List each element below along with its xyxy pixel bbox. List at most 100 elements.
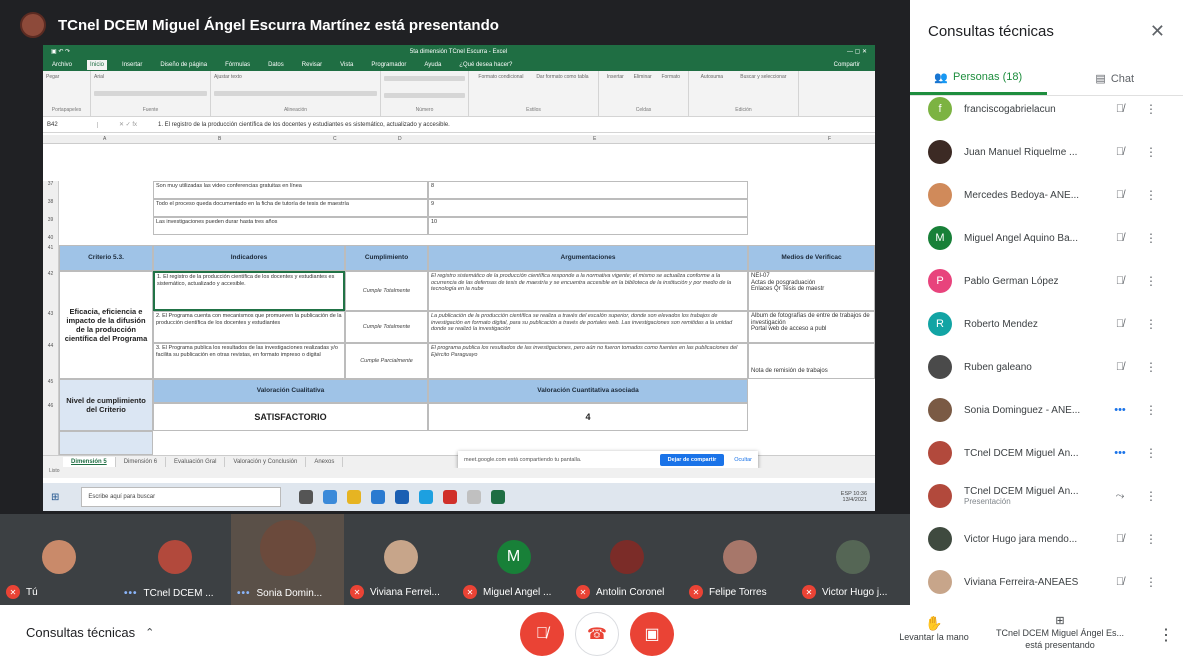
medios-1-cell[interactable]: NEI-07 Actas de posgraduación Enlaces Qr… — [748, 271, 875, 311]
menu-inicio[interactable]: Inicio — [87, 59, 108, 70]
paint-icon[interactable] — [467, 490, 482, 504]
score-cell[interactable]: 4 — [428, 403, 748, 431]
more-options-icon[interactable]: ⋮ — [1145, 145, 1157, 159]
tile-viviana[interactable]: ✕ Viviana Ferrei... — [344, 514, 457, 605]
participant-row[interactable]: f franciscogabrielacun 🎙̸ ⋮ — [910, 96, 1183, 129]
satisfactorio-cell[interactable]: SATISFACTORIO — [153, 403, 428, 431]
formula-input[interactable]: 1. El registro de la producción científi… — [158, 122, 450, 128]
cumplimiento-2-cell[interactable]: Cumple Totalmente — [345, 311, 428, 343]
participant-row[interactable]: P Pablo German López 🎙̸ ⋮ — [910, 261, 1183, 301]
nivel-cell[interactable]: Nivel de cumplimiento del Criterio — [59, 379, 153, 431]
task-view-icon[interactable] — [299, 490, 314, 504]
participant-row[interactable]: TCnel DCEM Miguel Án... Presentación ⤳ ⋮ — [910, 476, 1183, 516]
presenting-button[interactable]: ⊞ TCnel DCEM Miguel Ángel Es... está prese… — [985, 615, 1135, 651]
participant-row[interactable]: Viviana Ferreira-ANEAES 🎙̸ ⋮ — [910, 562, 1183, 602]
folder-icon[interactable] — [347, 490, 362, 504]
more-options-icon[interactable]: ⋮ — [1145, 102, 1157, 116]
cell-r38-value[interactable]: 9 — [428, 199, 748, 217]
argument-1-cell[interactable]: El registro sistemático de la producción… — [428, 271, 748, 311]
tile-tu[interactable]: ✕ Tú — [0, 514, 118, 605]
participant-row[interactable]: Sonia Dominguez - ANE... ••• ⋮ — [910, 390, 1183, 430]
save-icon[interactable]: ▣ ↶ ↷ — [51, 48, 70, 55]
sheet-tab-eval[interactable]: Evaluación Gral — [166, 457, 226, 467]
tab-people[interactable]: 👥 Personas (18) — [910, 62, 1047, 95]
camera-toggle-button[interactable]: ▣ — [630, 612, 674, 656]
sheet-tab-dim5[interactable]: Dimensión 5 — [63, 457, 116, 467]
indicator-2-cell[interactable]: 2. El Programa cuenta con mecanismos que… — [153, 311, 345, 343]
tile-miguel[interactable]: M ✕ Miguel Angel ... — [457, 514, 570, 605]
more-options-icon[interactable]: ⋮ — [1145, 575, 1157, 589]
medios-3-cell[interactable]: Nota de remisión de trabajos — [748, 343, 875, 379]
sheet-tab-dim6[interactable]: Dimensión 6 — [116, 457, 167, 467]
tile-sonia[interactable]: ••• Sonia Domin... — [231, 514, 344, 605]
participant-row[interactable]: Mercedes Bedoya- ANE... 🎙̸ ⋮ — [910, 175, 1183, 215]
chrome-icon[interactable] — [323, 490, 338, 504]
taskbar-search[interactable]: Escribe aquí para buscar — [81, 487, 282, 507]
menu-vista[interactable]: Vista — [337, 60, 356, 70]
more-options-icon[interactable]: ⋮ — [1145, 317, 1157, 331]
menu-diseno[interactable]: Diseño de página — [157, 60, 210, 70]
participant-row[interactable]: M Miguel Angel Aquino Ba... 🎙̸ ⋮ — [910, 218, 1183, 258]
opera-icon[interactable] — [443, 490, 458, 504]
windows-start-icon[interactable]: ⊞ — [51, 492, 59, 503]
menu-archivo[interactable]: Archivo — [49, 60, 75, 70]
participant-row[interactable]: R Roberto Mendez 🎙̸ ⋮ — [910, 304, 1183, 344]
menu-formulas[interactable]: Fórmulas — [222, 60, 253, 70]
participant-row[interactable]: Juan Manuel Riquelme ... 🎙̸ ⋮ — [910, 132, 1183, 172]
tab-chat[interactable]: ▤ Chat — [1047, 62, 1183, 95]
mail-icon[interactable] — [395, 490, 410, 504]
cumplimiento-1-cell[interactable]: Cumple Totalmente — [345, 271, 428, 311]
paste-button[interactable]: Pegar — [46, 74, 87, 80]
more-options-icon[interactable]: ⋮ — [1145, 360, 1157, 374]
argument-2-cell[interactable]: La publicación de la producción científi… — [428, 311, 748, 343]
cell-r39-value[interactable]: 10 — [428, 217, 748, 235]
menu-compartir[interactable]: Compartir — [831, 60, 863, 70]
hide-button[interactable]: Ocultar — [734, 457, 752, 463]
criterio-cell[interactable]: Eficacia, eficiencia e impacto de la dif… — [59, 271, 153, 379]
indicator-1-cell[interactable]: 1. El registro de la producción científi… — [153, 271, 345, 311]
wrap-text-button[interactable]: Ajustar texto — [214, 74, 377, 80]
leave-call-button[interactable]: ☎ — [575, 612, 619, 656]
cell-r37-value[interactable]: 8 — [428, 181, 748, 199]
more-options-icon[interactable]: ⋮ — [1145, 532, 1157, 546]
mic-toggle-button[interactable]: 🎙̸ — [520, 612, 564, 656]
sheet-tab-anexos[interactable]: Anexos — [306, 457, 344, 467]
participant-row[interactable]: Ruben galeano 🎙̸ ⋮ — [910, 347, 1183, 387]
more-options-icon[interactable]: ⋮ — [1145, 446, 1157, 460]
sheet-tab-valoracion[interactable]: Valoración y Conclusión — [225, 457, 307, 467]
tile-antolin[interactable]: ✕ Antolin Coronel — [570, 514, 683, 605]
raise-hand-button[interactable]: ✋ Levantar la mano — [888, 615, 980, 642]
menu-programador[interactable]: Programador — [368, 60, 409, 70]
window-controls[interactable]: — ▢ ✕ — [847, 48, 867, 55]
meeting-title[interactable]: Consultas técnicas — [26, 625, 135, 640]
empty-cell[interactable] — [59, 431, 153, 455]
stop-sharing-button[interactable]: Dejar de compartir — [659, 454, 725, 466]
font-select[interactable]: Arial — [94, 74, 207, 80]
more-options-icon[interactable]: ⋮ — [1158, 625, 1174, 645]
excel-icon[interactable] — [491, 490, 506, 504]
cell-r39[interactable]: Las investigaciones pueden durar hasta t… — [153, 217, 428, 235]
more-options-icon[interactable]: ⋮ — [1145, 274, 1157, 288]
tile-felipe[interactable]: ✕ Felipe Torres — [683, 514, 796, 605]
more-options-icon[interactable]: ⋮ — [1145, 403, 1157, 417]
more-options-icon[interactable]: ⋮ — [1145, 489, 1157, 503]
more-options-icon[interactable]: ⋮ — [1145, 231, 1157, 245]
name-box[interactable]: B42 — [43, 121, 98, 128]
tile-victor[interactable]: ✕ Victor Hugo j... — [796, 514, 910, 605]
store-icon[interactable] — [371, 490, 386, 504]
argument-3-cell[interactable]: El programa publica los resultados de la… — [428, 343, 748, 379]
close-icon[interactable]: ✕ — [1150, 21, 1165, 42]
cumplimiento-3-cell[interactable]: Cumple Parcialmente — [345, 343, 428, 379]
edge-icon[interactable] — [419, 490, 434, 504]
tile-tcnel[interactable]: ••• TCnel DCEM ... — [118, 514, 231, 605]
menu-search[interactable]: ¿Qué desea hacer? — [456, 60, 515, 70]
participant-row[interactable]: TCnel DCEM Miguel Án... ••• ⋮ — [910, 433, 1183, 473]
menu-datos[interactable]: Datos — [265, 60, 287, 70]
chevron-up-icon[interactable]: ⌃ — [145, 626, 154, 639]
more-options-icon[interactable]: ⋮ — [1145, 188, 1157, 202]
medios-2-cell[interactable]: Album de fotografías de entre de trabajo… — [748, 311, 875, 343]
menu-insertar[interactable]: Insertar — [119, 60, 145, 70]
participant-row[interactable]: Victor Hugo jara mendo... 🎙̸ ⋮ — [910, 519, 1183, 559]
menu-revisar[interactable]: Revisar — [299, 60, 325, 70]
menu-ayuda[interactable]: Ayuda — [421, 60, 444, 70]
